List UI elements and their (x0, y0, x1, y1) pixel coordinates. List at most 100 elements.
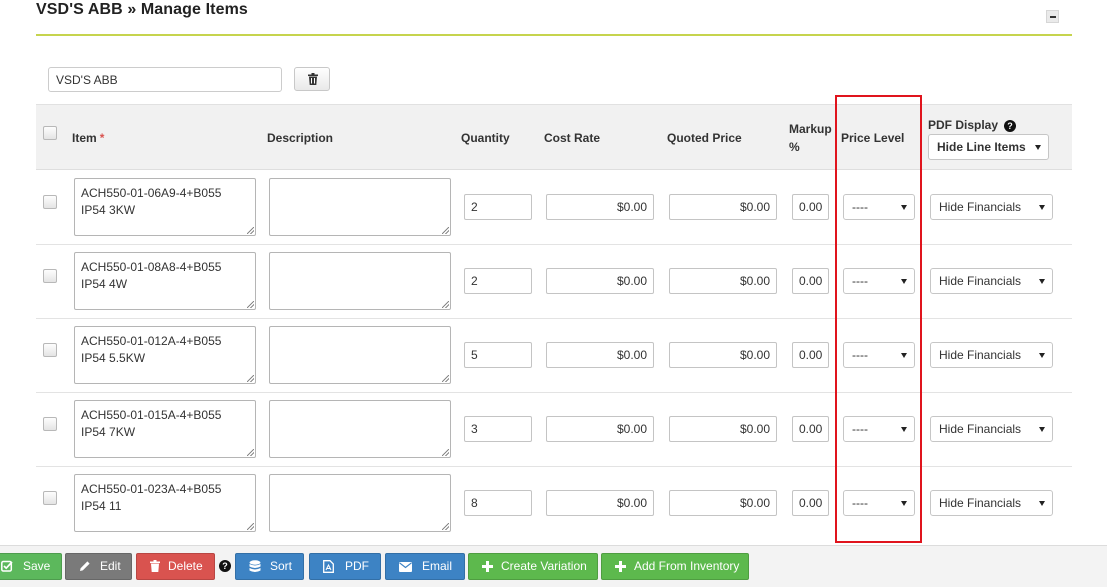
resize-grip-icon[interactable] (442, 227, 449, 234)
column-header-quantity: Quantity (461, 131, 510, 145)
description-textarea[interactable] (269, 178, 451, 236)
chevron-down-icon (1039, 427, 1045, 432)
description-textarea[interactable] (269, 326, 451, 384)
item-name-value: ACH550-01-015A-4+B055 IP54 7KW (81, 408, 222, 439)
pdf-label: PDF (345, 559, 369, 573)
chevron-down-icon (1039, 501, 1045, 506)
price-level-value: ---- (852, 274, 868, 288)
pdf-display-select[interactable]: Hide Financials (930, 490, 1053, 516)
group-name-input[interactable] (48, 67, 282, 92)
item-name-textarea[interactable]: ACH550-01-06A9-4+B055 IP54 3KW (74, 178, 256, 236)
resize-grip-icon[interactable] (442, 449, 449, 456)
quantity-input[interactable]: 2 (464, 194, 532, 220)
price-level-value: ---- (852, 348, 868, 362)
cost-rate-input[interactable]: $0.00 (546, 416, 654, 442)
row-checkbox[interactable] (43, 417, 57, 431)
pdf-display-value: Hide Financials (939, 348, 1022, 362)
pdf-display-value: Hide Financials (939, 274, 1022, 288)
resize-grip-icon[interactable] (247, 375, 254, 382)
quoted-price-input[interactable]: $0.00 (669, 490, 777, 516)
column-header-markup: Markup (789, 122, 832, 136)
trash-icon (150, 560, 160, 572)
cost-rate-input[interactable]: $0.00 (546, 342, 654, 368)
description-textarea[interactable] (269, 252, 451, 310)
chevron-down-icon (901, 427, 907, 432)
price-level-value: ---- (852, 496, 868, 510)
help-icon[interactable]: ? (1004, 120, 1017, 132)
cost-rate-input[interactable]: $0.00 (546, 194, 654, 220)
save-label: Save (23, 559, 51, 573)
pdf-display-select[interactable]: Hide Financials (930, 194, 1053, 220)
chevron-down-icon (1039, 353, 1045, 358)
pdf-display-select[interactable]: Hide Financials (930, 416, 1053, 442)
resize-grip-icon[interactable] (442, 301, 449, 308)
quantity-input[interactable]: 3 (464, 416, 532, 442)
pdf-display-select[interactable]: Hide Financials (930, 342, 1053, 368)
row-checkbox[interactable] (43, 269, 57, 283)
title-divider (36, 34, 1072, 36)
markup-input[interactable]: 0.00 (792, 268, 829, 294)
price-level-select[interactable]: ---- (843, 194, 915, 220)
price-level-select[interactable]: ---- (843, 342, 915, 368)
minus-icon[interactable] (1046, 10, 1059, 23)
edit-button[interactable]: Edit (65, 553, 132, 580)
item-name-textarea[interactable]: ACH550-01-023A-4+B055 IP54 11 (74, 474, 256, 532)
item-name-textarea[interactable]: ACH550-01-012A-4+B055 IP54 5.5KW (74, 326, 256, 384)
create-variation-label: Create Variation (501, 559, 587, 573)
item-name-textarea[interactable]: ACH550-01-015A-4+B055 IP54 7KW (74, 400, 256, 458)
description-textarea[interactable] (269, 474, 451, 532)
price-level-select[interactable]: ---- (843, 490, 915, 516)
delete-group-button[interactable] (294, 67, 330, 91)
quantity-input[interactable]: 8 (464, 490, 532, 516)
quantity-input[interactable]: 5 (464, 342, 532, 368)
resize-grip-icon[interactable] (247, 523, 254, 530)
resize-grip-icon[interactable] (442, 523, 449, 530)
resize-grip-icon[interactable] (247, 227, 254, 234)
markup-input[interactable]: 0.00 (792, 342, 829, 368)
sort-button[interactable]: Sort (235, 553, 304, 580)
quoted-price-input[interactable]: $0.00 (669, 268, 777, 294)
quoted-price-input[interactable]: $0.00 (669, 416, 777, 442)
email-button[interactable]: Email (385, 553, 465, 580)
column-header-quoted-price: Quoted Price (667, 131, 742, 145)
markup-input[interactable]: 0.00 (792, 416, 829, 442)
create-variation-button[interactable]: Create Variation (468, 553, 598, 580)
cost-rate-input[interactable]: $0.00 (546, 490, 654, 516)
description-textarea[interactable] (269, 400, 451, 458)
chevron-down-icon (901, 501, 907, 506)
add-from-inventory-button[interactable]: Add From Inventory (601, 553, 749, 580)
item-name-textarea[interactable]: ACH550-01-08A8-4+B055 IP54 4W (74, 252, 256, 310)
pdf-display-select[interactable]: Hide Financials (930, 268, 1053, 294)
row-checkbox[interactable] (43, 491, 57, 505)
resize-grip-icon[interactable] (247, 449, 254, 456)
quoted-price-input[interactable]: $0.00 (669, 194, 777, 220)
resize-grip-icon[interactable] (247, 301, 254, 308)
column-header-pdf-display-label: PDF Display (928, 118, 999, 132)
select-all-checkbox[interactable] (43, 126, 57, 140)
chevron-down-icon (1035, 145, 1041, 150)
resize-grip-icon[interactable] (442, 375, 449, 382)
chevron-down-icon (1039, 279, 1045, 284)
quoted-price-input[interactable]: $0.00 (669, 342, 777, 368)
cost-rate-input[interactable]: $0.00 (546, 268, 654, 294)
save-button[interactable]: Save (0, 553, 62, 580)
edit-label: Edit (100, 559, 121, 573)
plus-icon (482, 561, 493, 572)
pdf-display-header-select[interactable]: Hide Line Items (928, 134, 1049, 160)
row-checkbox[interactable] (43, 343, 57, 357)
pdf-button[interactable]: PDF (309, 553, 381, 580)
row-checkbox[interactable] (43, 195, 57, 209)
plus-icon (615, 561, 626, 572)
quantity-input[interactable]: 2 (464, 268, 532, 294)
pdf-display-value: Hide Financials (939, 422, 1022, 436)
price-level-select[interactable]: ---- (843, 416, 915, 442)
price-level-value: ---- (852, 422, 868, 436)
markup-input[interactable]: 0.00 (792, 194, 829, 220)
help-icon[interactable]: ? (219, 560, 231, 572)
markup-input[interactable]: 0.00 (792, 490, 829, 516)
pdf-display-value: Hide Financials (939, 496, 1022, 510)
trash-icon (308, 73, 318, 85)
price-level-select[interactable]: ---- (843, 268, 915, 294)
delete-button[interactable]: Delete (136, 553, 215, 580)
pdf-file-icon (323, 560, 334, 573)
